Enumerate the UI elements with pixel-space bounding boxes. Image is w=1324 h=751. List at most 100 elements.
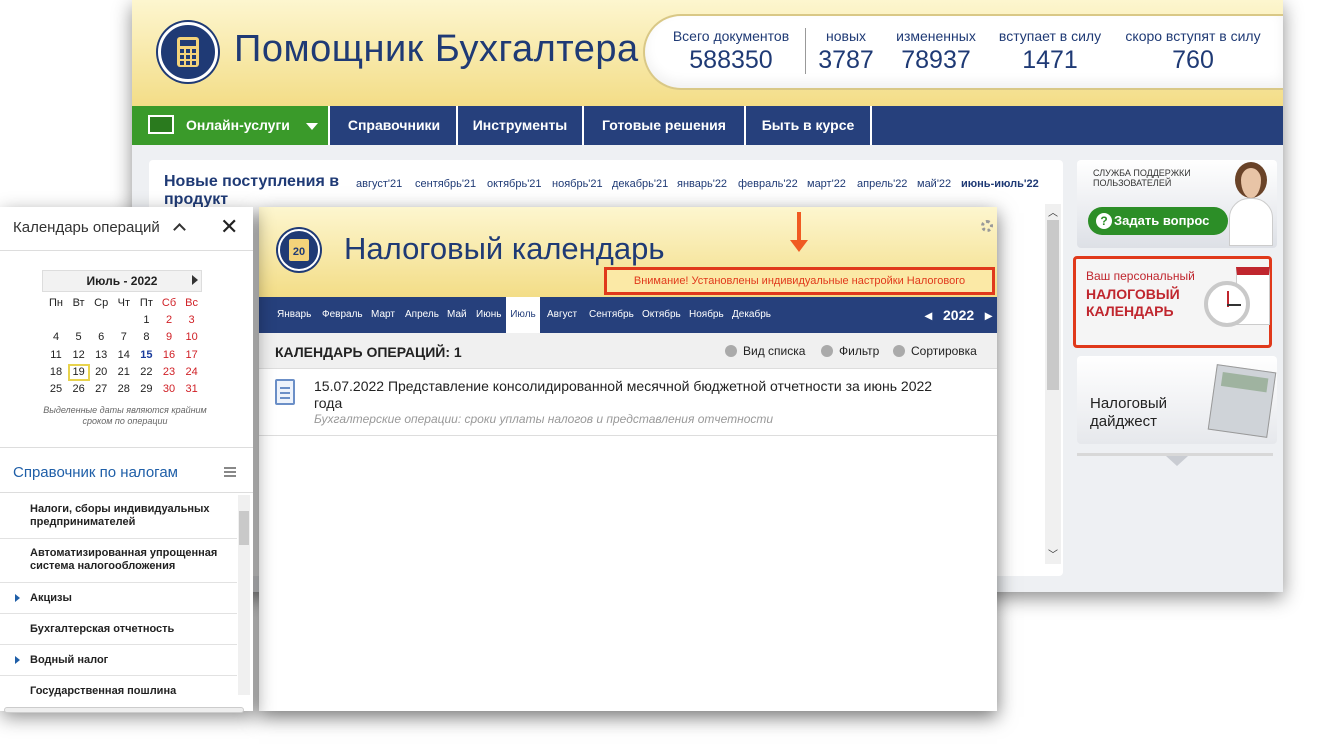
month-link[interactable]: май'22 <box>917 178 951 190</box>
calendar-day[interactable]: 6 <box>90 329 112 346</box>
tab-month[interactable]: Сентябрь <box>589 297 634 333</box>
month-link[interactable]: март'22 <box>807 178 846 190</box>
calendar-day[interactable]: 7 <box>113 329 135 346</box>
calendar-day[interactable]: 10 <box>181 329 203 346</box>
expand-icon[interactable] <box>1166 456 1188 466</box>
calendar-day[interactable]: 30 <box>158 381 180 398</box>
month-link-current[interactable]: июнь-июль'22 <box>961 178 1039 190</box>
tab-month[interactable]: Октябрь <box>642 297 681 333</box>
nav-news[interactable]: Быть в курсе <box>746 106 872 145</box>
calendar-day[interactable]: 20 <box>90 364 112 381</box>
next-month-icon[interactable] <box>192 275 198 285</box>
tax-calendar-banner[interactable]: Ваш персональный НАЛОГОВЫЙ КАЛЕНДАРЬ <box>1073 256 1272 348</box>
month-link[interactable]: апрель'22 <box>857 178 907 190</box>
support-operator-image <box>1227 162 1273 246</box>
tree-item[interactable]: Акцизы <box>0 583 237 614</box>
tab-month[interactable]: Февраль <box>322 297 363 333</box>
calendar-day[interactable]: 16 <box>158 347 180 364</box>
calendar-day[interactable]: 15 <box>135 347 157 364</box>
tax-calendar-window: 20 Налоговый календарь Внимание! Установ… <box>259 207 997 711</box>
calendar-day[interactable]: 2 <box>158 312 180 329</box>
ask-question-button[interactable]: ? Задать вопрос <box>1088 207 1228 235</box>
prev-year-icon[interactable]: ◂ <box>925 297 932 333</box>
calendar-day[interactable]: 1 <box>135 312 157 329</box>
calendar-day[interactable]: 25 <box>45 381 67 398</box>
calendar-day[interactable]: 18 <box>45 364 67 381</box>
scrollbar[interactable] <box>238 495 250 695</box>
calendar-day[interactable]: 12 <box>68 347 90 364</box>
tab-month[interactable]: Март <box>371 297 395 333</box>
filter-button[interactable]: Фильтр <box>821 344 879 358</box>
next-year-icon[interactable]: ▸ <box>985 297 992 333</box>
tab-month[interactable]: Апрель <box>405 297 439 333</box>
calendar-day[interactable]: 27 <box>90 381 112 398</box>
tree-item[interactable]: Водный налог <box>0 645 237 676</box>
stat-changed[interactable]: измененных 78937 <box>891 28 981 75</box>
calendar-day[interactable]: 28 <box>113 381 135 398</box>
calendar-day[interactable]: 21 <box>113 364 135 381</box>
stat-effective[interactable]: вступает в силу 1471 <box>995 28 1105 75</box>
month-link[interactable]: октябрь'21 <box>487 178 542 190</box>
calendar-day[interactable]: 11 <box>45 347 67 364</box>
tab-month[interactable]: Ноябрь <box>689 297 724 333</box>
support-banner[interactable]: СЛУЖБА ПОДДЕРЖКИ ПОЛЬЗОВАТЕЛЕЙ ? Задать в… <box>1077 160 1277 248</box>
calendar-day[interactable]: 4 <box>45 329 67 346</box>
nav-solutions[interactable]: Готовые решения <box>584 106 746 145</box>
month-link[interactable]: сентябрь'21 <box>415 178 476 190</box>
chevron-up-icon[interactable] <box>173 223 186 236</box>
tab-month[interactable]: Май <box>447 297 467 333</box>
view-mode-button[interactable]: Вид списка <box>725 344 805 358</box>
nav-online-services[interactable]: Онлайн-услуги <box>132 106 330 145</box>
calendar-day[interactable]: 5 <box>68 329 90 346</box>
nav-directories[interactable]: Справочники <box>332 106 458 145</box>
calendar-day[interactable]: 31 <box>181 381 203 398</box>
operation-item[interactable]: 15.07.2022 Представление консолидированн… <box>259 369 997 436</box>
calendar-day[interactable]: 8 <box>135 329 157 346</box>
chevron-down-icon[interactable]: ﹀ <box>1048 546 1058 561</box>
tree-item[interactable]: Государственная пошлина <box>0 676 237 707</box>
menu-icon[interactable] <box>224 467 236 477</box>
calendar-day[interactable]: 23 <box>158 364 180 381</box>
calendar-day[interactable]: 13 <box>90 347 112 364</box>
document-icon <box>275 379 295 405</box>
chevron-up-icon[interactable]: ︿ <box>1048 204 1058 219</box>
calendar-day[interactable]: 22 <box>135 364 157 381</box>
calendar-day[interactable]: 17 <box>181 347 203 364</box>
stat-total[interactable]: Всего документов 588350 <box>669 28 793 75</box>
month-link[interactable]: ноябрь'21 <box>552 178 603 190</box>
calendar-day[interactable]: 14 <box>113 347 135 364</box>
stat-new[interactable]: новых 3787 <box>811 28 881 75</box>
tab-month[interactable]: Декабрь <box>732 297 771 333</box>
stat-soon[interactable]: скоро вступят в силу 760 <box>1121 28 1265 75</box>
sort-button[interactable]: Сортировка <box>893 344 977 358</box>
close-icon[interactable]: ✕ <box>220 214 238 240</box>
month-link[interactable]: февраль'22 <box>738 178 798 190</box>
tax-reference-title[interactable]: Справочник по налогам <box>13 464 178 481</box>
operations-count: КАЛЕНДАРЬ ОПЕРАЦИЙ: 1 <box>275 344 462 360</box>
tab-month[interactable]: Июнь <box>476 297 501 333</box>
calendar-day[interactable]: 24 <box>181 364 203 381</box>
calendar-day[interactable]: 29 <box>135 381 157 398</box>
weekday-label: Пт <box>139 297 153 309</box>
tab-month[interactable]: Январь <box>277 297 311 333</box>
settings-warning[interactable]: Внимание! Установлены индивидуальные нас… <box>604 267 995 309</box>
tab-month[interactable]: Август <box>547 297 577 333</box>
calculator-logo-icon[interactable] <box>158 22 218 82</box>
calendar-day[interactable]: 9 <box>158 329 180 346</box>
scrollbar[interactable]: ︿ ﹀ <box>1045 204 1061 564</box>
month-link[interactable]: декабрь'21 <box>612 178 668 190</box>
calendar-day[interactable]: 19 <box>67 363 90 381</box>
calendar-day[interactable]: 26 <box>68 381 90 398</box>
tree-item[interactable]: Автоматизированная упрощенная система на… <box>0 539 237 583</box>
operation-title[interactable]: 15.07.2022 Представление консолидированн… <box>314 378 934 412</box>
tree-item[interactable]: Бухгалтерская отчетность <box>0 614 237 645</box>
tax-digest-banner[interactable]: Налоговый дайджест <box>1077 356 1277 444</box>
calendar-day[interactable]: 3 <box>181 312 203 329</box>
month-link[interactable]: январь'22 <box>677 178 727 190</box>
gear-icon[interactable] <box>981 220 993 232</box>
month-link[interactable]: август'21 <box>356 178 402 190</box>
nav-tools[interactable]: Инструменты <box>458 106 584 145</box>
calendar-logo-icon: 20 <box>278 229 320 271</box>
tab-month-selected[interactable]: Июль <box>506 297 540 333</box>
tree-item[interactable]: Налоги, сборы индивидуальных предпринима… <box>0 495 237 539</box>
